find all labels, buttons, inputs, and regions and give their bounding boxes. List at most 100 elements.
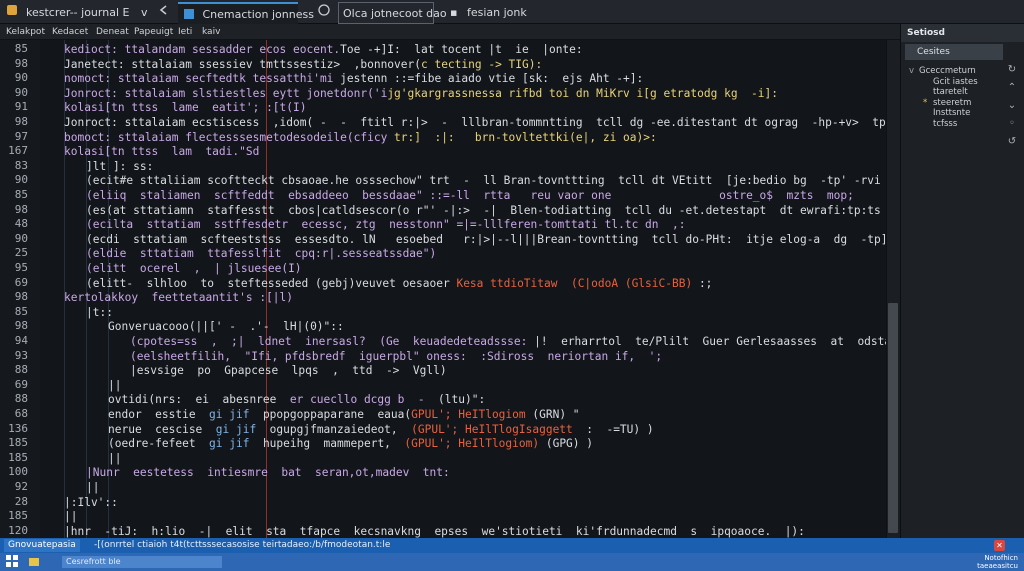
status-path: -[(onrrtel ctiaioh t4t(tcttsssecasosise … xyxy=(94,540,391,550)
outline-item-label: ttaretelt xyxy=(933,87,968,97)
outline-item[interactable]: v Gceccmeturn xyxy=(909,66,976,76)
code-token: (cpotes=ss , ;| ldnet inersasl? (Ge keua… xyxy=(130,335,535,348)
clock-line-1: Notofhicn xyxy=(984,554,1018,562)
refresh-icon[interactable]: ↻ xyxy=(1006,64,1018,76)
close-icon[interactable]: ✕ xyxy=(994,540,1005,551)
code-line: (ecilta sttatiam sstffesdetr ecessc, ztg… xyxy=(86,217,685,232)
taskbar-clock: Notofhicn taeaeasitcu xyxy=(977,554,1018,570)
tree-twisty-icon[interactable]: v xyxy=(909,66,919,76)
code-token: nomoct: sttalaiam secftedtk tessatthi'mi xyxy=(64,72,334,86)
line-number: 88 xyxy=(14,363,28,377)
sync-icon[interactable]: ↺ xyxy=(1006,136,1018,148)
tab-active[interactable]: Cnemaction jonness xyxy=(178,2,314,24)
code-line: (eelsheetfilih, "Ifi, pfdsbredf iguerpbl… xyxy=(130,349,669,364)
code-line: || xyxy=(86,480,99,495)
code-token: (oedre-fefeet xyxy=(108,437,210,451)
code-token: ogupgjfmanzaiedeot, xyxy=(269,422,412,436)
tab-fesian-icon: ▪ xyxy=(450,6,458,19)
line-number: 93 xyxy=(14,348,28,362)
start-icon[interactable] xyxy=(6,555,20,569)
outline-item[interactable]: * steeretm xyxy=(923,98,971,108)
panel-section-header[interactable]: Cesites xyxy=(905,44,1003,60)
code-token: |esvsige po Gpapcese lpqs , ttd -> Vgll) xyxy=(130,364,447,378)
taskbar-search[interactable]: Cesrefrott ble xyxy=(62,556,222,568)
code-token: ]lt ]: ss: xyxy=(86,159,154,173)
line-number: 85 xyxy=(14,42,28,55)
code-token: jestenn ::=fibe aiado vtie [sk: ejs Aht … xyxy=(333,72,644,86)
outline-item-label: Insttsnte xyxy=(933,108,971,118)
line-number: 28 xyxy=(14,494,28,508)
clock-line-2: taeaeasitcu xyxy=(977,562,1018,570)
tab-orca-label: Olca jotnecoot dao xyxy=(343,7,447,20)
code-line: (es(at sttatiamn staffesstt cbos|catldse… xyxy=(86,203,886,218)
taskbar: Cesrefrott ble Notofhicn taeaeasitcu xyxy=(0,553,1024,571)
code-line: |:Ilv':: xyxy=(64,495,118,510)
toolbar-item-1[interactable]: Kelakpot xyxy=(6,24,45,40)
outline-item[interactable]: Insttsnte xyxy=(923,108,970,118)
code-token: ppopgoppaparane eaua( xyxy=(262,408,412,421)
toolbar-item-6[interactable]: kaiv xyxy=(202,24,220,40)
line-number: 97 xyxy=(14,129,28,143)
code-line: ]lt ]: ss: xyxy=(86,159,153,174)
code-line: kolasi[tn ttss lam tadi."Sd xyxy=(64,144,259,159)
outline-item[interactable]: Gcit iastes xyxy=(923,77,978,87)
app-menu-icon[interactable] xyxy=(4,4,20,20)
toolbar-item-4[interactable]: Papeuigt xyxy=(134,24,173,40)
tab-dropdown-icon[interactable]: v xyxy=(141,6,148,19)
line-number: 136 xyxy=(8,421,28,435)
line-number: 69 xyxy=(14,377,28,391)
line-number: 92 xyxy=(14,480,28,493)
code-editor[interactable]: kedioct: ttalandam sessadder ecos eocent… xyxy=(40,40,886,538)
scrollbar-thumb[interactable] xyxy=(888,303,898,533)
line-number: 98 xyxy=(14,115,28,128)
code-line: nerue cescise gi jif ogupgjfmanzaiedeot,… xyxy=(108,422,654,437)
code-token: c tecting -> TIG): xyxy=(420,57,543,71)
line-number: 90 xyxy=(14,71,28,85)
outline-item-label: tcfsss xyxy=(933,118,958,129)
code-token: bomoct: sttalaiam flectesssesmetodesodei… xyxy=(64,130,395,144)
code-line: Jonroct: sttalaiam ecstiscess ,idom( - -… xyxy=(64,115,886,130)
line-number: 94 xyxy=(14,334,28,347)
code-token: endor esstie xyxy=(108,408,210,421)
code-token: (elitt- slhloo to steftesseded (gebj)veu… xyxy=(86,276,457,290)
toolbar-item-2[interactable]: Kedacet xyxy=(52,24,88,40)
code-line: || xyxy=(108,378,121,393)
tab-journal[interactable]: kestcrer-- journal E v xyxy=(26,2,148,24)
tab-fesian[interactable]: ▪ fesian jonk xyxy=(446,2,556,24)
tab-fesian-label: fesian jonk xyxy=(466,6,527,19)
line-number: 98 xyxy=(14,202,28,216)
line-number: 185 xyxy=(8,509,28,523)
toolbar-item-3[interactable]: Deneat xyxy=(96,24,129,40)
panel-title: Setiosd xyxy=(901,24,1024,42)
code-token: |hnr -tiJ: h:lio -| elit sta tfapce kecs… xyxy=(64,524,805,538)
code-token: (eelsheetfilih, "Ifi, pfdsbredf iguerpbl… xyxy=(130,349,669,363)
tab-orca[interactable]: Olca jotnecoot dao xyxy=(338,2,447,24)
code-token: tr:] :|: brn-tovltettki(e|, zi oa)>: xyxy=(394,130,657,144)
tab-bar: kestcrer-- journal E v Cnemaction jonnes… xyxy=(0,0,1024,24)
toolbar-item-5[interactable]: Ieti xyxy=(178,24,192,40)
code-token: |! erharrtol te/Plilt Guer Gerlesaasses … xyxy=(534,335,886,348)
line-number: 83 xyxy=(14,158,28,172)
github-icon[interactable] xyxy=(316,4,332,20)
code-token: Jonroct: sttalaiam slstiestles eytt jone… xyxy=(64,86,388,100)
status-branch[interactable]: Gnovuatepasia xyxy=(4,539,80,552)
chevron-up-icon[interactable]: ⌃ xyxy=(1006,82,1018,94)
tree-twisty-icon[interactable]: * xyxy=(923,98,933,108)
folder-icon[interactable] xyxy=(28,555,42,569)
side-panel: Setiosd Cesites v Gceccmeturn Gcit iastes t… xyxy=(900,24,1024,538)
code-token: (es(at sttatiamn staffesstt cbos|catldse… xyxy=(86,203,886,217)
back-icon[interactable] xyxy=(156,4,172,20)
chevron-down-icon[interactable]: ⌄ xyxy=(1006,100,1018,112)
outline-item-label: Gceccmeturn xyxy=(919,66,976,76)
outline-item[interactable]: ttaretelt xyxy=(923,87,968,97)
code-token: || xyxy=(64,510,78,524)
code-token: (eliiq staliamen scftfeddt ebsaddeeo bes… xyxy=(86,189,854,202)
code-line: Gonveruacooo(||[' - .'- lH|(0)":: xyxy=(108,319,344,334)
scroll-icon[interactable]: ◦ xyxy=(1006,118,1018,130)
code-line: || xyxy=(64,509,77,524)
code-line: Janetect: sttalaiam ssessiev tmttssestiz… xyxy=(64,57,542,72)
code-token: (GPG) ) xyxy=(539,437,593,451)
code-token: Jonroct: sttalaiam ecstiscess ,idom( - -… xyxy=(64,116,886,129)
outline-item[interactable]: tcfsss xyxy=(923,119,957,129)
code-token: kedioct: ttalandam sessadder ecos eocent… xyxy=(64,43,341,56)
